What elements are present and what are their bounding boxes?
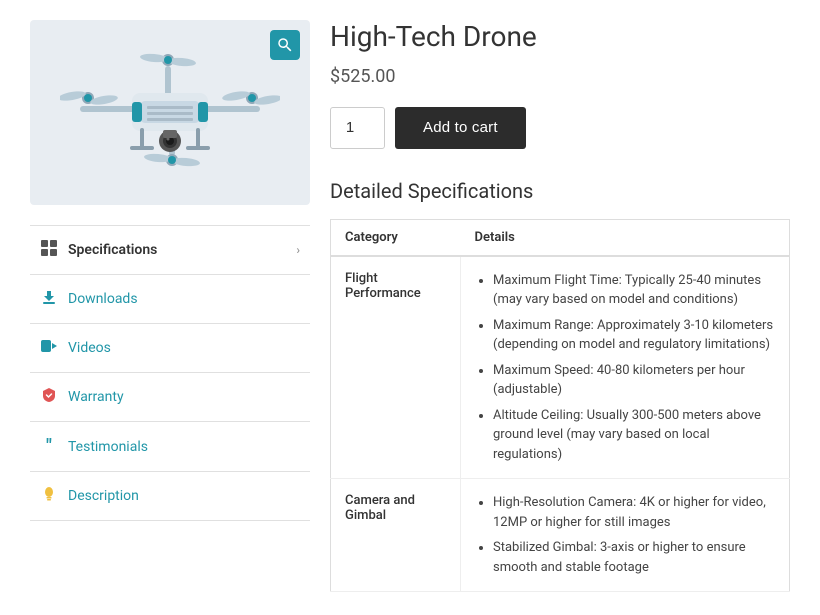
list-item: Maximum Range: Approximately 3-10 kilome…: [493, 316, 775, 355]
sidebar-item-downloads[interactable]: Downloads: [30, 275, 310, 324]
specs-section-title: Detailed Specifications: [330, 179, 790, 203]
list-item: Altitude Ceiling: Usually 300-500 meters…: [493, 406, 775, 465]
table-cell-category: Flight Performance: [331, 256, 461, 479]
sidebar-item-downloads-label: Downloads: [68, 291, 138, 307]
sidebar-item-specifications-label: Specifications: [68, 242, 157, 258]
table-row: Camera and Gimbal High-Resolution Camera:…: [331, 479, 790, 592]
sidebar-item-testimonials[interactable]: " Testimonials: [30, 422, 310, 472]
product-title: High-Tech Drone: [330, 20, 790, 54]
sidebar-item-specifications[interactable]: Specifications ›: [30, 226, 310, 275]
add-to-cart-button[interactable]: Add to cart: [395, 107, 526, 149]
zoom-icon: [276, 36, 294, 54]
sidebar-item-videos[interactable]: Videos: [30, 324, 310, 373]
add-to-cart-row: Add to cart: [330, 107, 790, 149]
product-image-wrapper: [30, 20, 310, 205]
specs-table-header-row: Category Details: [331, 219, 790, 256]
table-cell-details: High-Resolution Camera: 4K or higher for…: [461, 479, 790, 592]
sidebar-item-description[interactable]: Description: [30, 472, 310, 521]
quote-icon: ": [40, 436, 58, 457]
sidebar-item-testimonials-label: Testimonials: [68, 439, 148, 455]
sidebar-item-warranty-label: Warranty: [68, 389, 124, 405]
table-cell-category: Camera and Gimbal: [331, 479, 461, 592]
col-category: Category: [331, 219, 461, 256]
table-row: Flight Performance Maximum Flight Time: T…: [331, 256, 790, 479]
list-item: Maximum Speed: 40-80 kilometers per hour…: [493, 361, 775, 400]
video-icon: [40, 338, 58, 358]
zoom-button[interactable]: [270, 30, 300, 60]
specs-table: Category Details Flight Performance Maxim…: [330, 219, 790, 593]
col-details: Details: [461, 219, 790, 256]
grid-icon: [40, 240, 58, 260]
chevron-right-icon: ›: [296, 243, 300, 257]
shield-icon: [40, 387, 58, 407]
product-image: [60, 38, 280, 188]
product-price: $525.00: [330, 66, 790, 87]
bulb-icon: [40, 486, 58, 506]
sidebar-nav: Specifications › Downloads Videos Wa: [30, 225, 310, 521]
table-cell-details: Maximum Flight Time: Typically 25-40 min…: [461, 256, 790, 479]
sidebar-item-description-label: Description: [68, 488, 139, 504]
main-container: Specifications › Downloads Videos Wa: [0, 0, 820, 612]
list-item: High-Resolution Camera: 4K or higher for…: [493, 493, 775, 532]
left-column: Specifications › Downloads Videos Wa: [30, 20, 310, 592]
download-icon: [40, 289, 58, 309]
sidebar-item-videos-label: Videos: [68, 340, 111, 356]
list-item: Stabilized Gimbal: 3-axis or higher to e…: [493, 538, 775, 577]
list-item: Maximum Flight Time: Typically 25-40 min…: [493, 271, 775, 310]
sidebar-item-warranty[interactable]: Warranty: [30, 373, 310, 422]
right-column: High-Tech Drone $525.00 Add to cart Deta…: [330, 20, 790, 592]
quantity-input[interactable]: [330, 107, 385, 149]
